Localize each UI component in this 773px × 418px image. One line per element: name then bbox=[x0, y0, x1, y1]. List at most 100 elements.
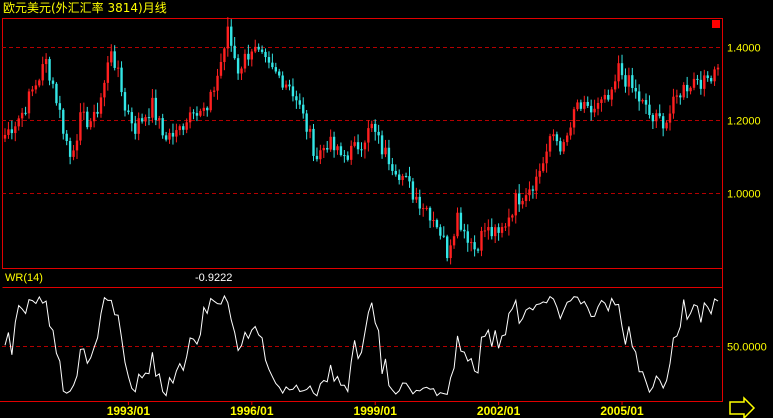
candle-body bbox=[336, 146, 339, 151]
candle-body bbox=[504, 226, 507, 228]
candle-body bbox=[631, 75, 634, 88]
candle bbox=[411, 177, 415, 203]
candle-body bbox=[521, 200, 524, 205]
candle-body bbox=[535, 176, 538, 191]
candle-body bbox=[644, 100, 648, 105]
x-label-3: 2002/01 bbox=[477, 404, 521, 418]
candle bbox=[446, 234, 449, 262]
candle-body bbox=[641, 100, 644, 102]
candle-body bbox=[398, 174, 401, 180]
candle-body bbox=[281, 75, 284, 88]
candle-body bbox=[17, 118, 20, 127]
candle-body bbox=[487, 227, 490, 231]
candle-body bbox=[439, 227, 442, 236]
candle-body bbox=[250, 51, 254, 60]
candle-body bbox=[391, 164, 394, 171]
candle-body bbox=[79, 112, 82, 141]
candle-body bbox=[75, 140, 79, 151]
candle-body bbox=[559, 141, 562, 152]
candle-body bbox=[240, 68, 243, 74]
candle-body bbox=[343, 155, 346, 157]
candle-body bbox=[435, 220, 439, 228]
candle-body bbox=[370, 123, 373, 129]
candle-body bbox=[387, 147, 391, 165]
candle-body bbox=[137, 118, 140, 134]
indicator-name: WR(14) bbox=[5, 272, 43, 284]
candle-body bbox=[34, 85, 38, 90]
candle-body bbox=[689, 87, 692, 92]
candle-body bbox=[302, 104, 305, 114]
candle-body bbox=[223, 48, 226, 62]
candle-body bbox=[72, 150, 75, 157]
candle-body bbox=[483, 230, 487, 232]
candle-body bbox=[415, 196, 418, 200]
red-square-icon[interactable] bbox=[712, 20, 720, 28]
candle-body bbox=[374, 123, 377, 132]
candle-body bbox=[199, 110, 202, 116]
candle-body bbox=[703, 75, 706, 89]
candle-body bbox=[154, 97, 158, 121]
candle-body bbox=[38, 80, 41, 86]
candle-body bbox=[552, 134, 555, 137]
candle-body bbox=[123, 92, 127, 111]
candle-body bbox=[230, 26, 233, 46]
candle-body bbox=[432, 220, 435, 222]
candle-body bbox=[20, 112, 24, 119]
candle-body bbox=[596, 102, 600, 109]
candle-body bbox=[603, 94, 607, 100]
candle-body bbox=[274, 67, 277, 72]
candle bbox=[209, 89, 212, 113]
candle-body bbox=[55, 83, 58, 104]
x-label-2: 1999/01 bbox=[354, 404, 398, 418]
candle-body bbox=[418, 196, 421, 209]
candle-body bbox=[103, 82, 106, 98]
candle-body bbox=[195, 113, 199, 116]
candle-body bbox=[48, 59, 51, 81]
candle-body bbox=[692, 78, 696, 88]
candle-body bbox=[511, 215, 514, 218]
candle-body bbox=[394, 170, 397, 175]
candle-body bbox=[260, 49, 264, 52]
candle-body bbox=[562, 142, 565, 152]
candle-body bbox=[493, 227, 497, 237]
background bbox=[0, 0, 773, 418]
candle bbox=[312, 123, 315, 162]
candle-body bbox=[65, 133, 68, 141]
candle-body bbox=[565, 135, 569, 143]
candle-body bbox=[308, 128, 312, 132]
candle-body bbox=[699, 79, 703, 89]
candle-body bbox=[264, 51, 267, 58]
candle-body bbox=[99, 97, 103, 114]
candle-body bbox=[569, 127, 572, 136]
candle-body bbox=[713, 69, 716, 82]
candle-body bbox=[127, 110, 130, 113]
candle-body bbox=[384, 147, 387, 155]
candle-body bbox=[3, 134, 7, 139]
candle-body bbox=[291, 86, 295, 97]
candle-body bbox=[278, 71, 281, 76]
candle-body bbox=[583, 101, 586, 109]
candle-body bbox=[524, 195, 528, 201]
candle-body bbox=[350, 145, 353, 160]
candle-body bbox=[92, 111, 96, 122]
candle-body bbox=[161, 118, 164, 136]
candle-body bbox=[401, 176, 404, 180]
candle-body bbox=[655, 113, 658, 122]
candle-body bbox=[716, 67, 720, 70]
candle-body bbox=[497, 227, 500, 233]
candle-body bbox=[679, 95, 682, 98]
candle-body bbox=[648, 104, 651, 115]
candle-body bbox=[665, 122, 668, 129]
candle-body bbox=[209, 91, 212, 111]
candle-body bbox=[490, 227, 493, 237]
candle-body bbox=[14, 126, 17, 134]
main-y-label-0: 1.4000 bbox=[727, 43, 761, 55]
candle-body bbox=[696, 78, 699, 80]
candle-body bbox=[545, 151, 548, 164]
candle-body bbox=[41, 64, 44, 81]
candle-body bbox=[89, 121, 92, 128]
candle-body bbox=[476, 249, 480, 251]
candle-body bbox=[672, 96, 675, 114]
candle-body bbox=[637, 91, 641, 102]
candle-body bbox=[353, 142, 356, 146]
